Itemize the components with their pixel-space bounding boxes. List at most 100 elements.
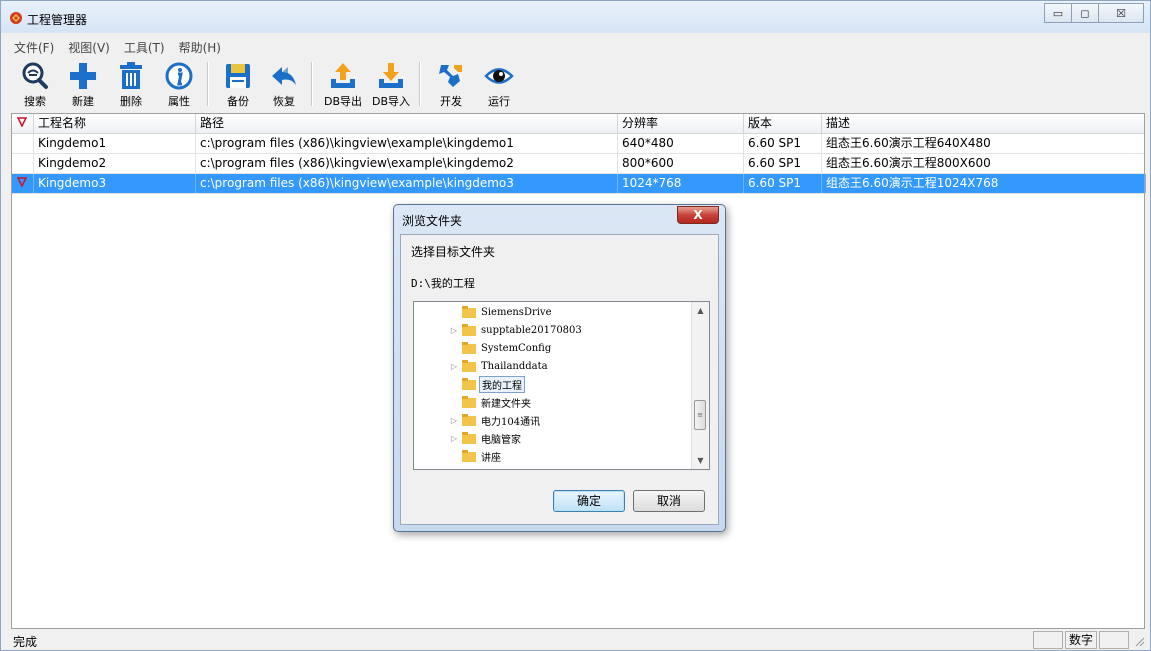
toolbar-separator (207, 62, 209, 106)
tree-item-label: SiemensDrive (481, 306, 552, 318)
project-path-cell: c:\program files (x86)\kingview\example\… (196, 134, 618, 153)
project-resolution-cell: 640*480 (618, 134, 744, 153)
status-panel-empty (1033, 631, 1063, 649)
tree-scrollbar[interactable]: ▲ ≡ ▼ (691, 302, 709, 469)
restore-label: 恢复 (273, 95, 295, 108)
project-name-cell: Kingdemo1 (34, 134, 196, 153)
minimize-button[interactable]: ▭ (1044, 3, 1072, 23)
table-row[interactable]: Kingdemo1 c:\program files (x86)\kingvie… (12, 134, 1144, 154)
tree-item-lecture[interactable]: 讲座 (462, 447, 503, 465)
column-header-resolution[interactable]: 分辨率 (618, 114, 744, 133)
tree-item-label: SystemConfig (481, 342, 552, 354)
delete-button[interactable]: 删除 (107, 59, 155, 109)
dialog-body: 选择目标文件夹 D:\我的工程 SiemensDrive ▷ supptable… (400, 234, 719, 525)
project-description-cell: 组态王6.60演示工程1024X768 (822, 174, 1146, 193)
dialog-title: 浏览文件夹 (402, 214, 463, 228)
plus-icon (70, 63, 96, 89)
new-label: 新建 (72, 95, 94, 108)
project-name-cell: Kingdemo2 (34, 154, 196, 173)
scroll-up-icon[interactable]: ▲ (692, 302, 709, 319)
title-bar[interactable]: 工程管理器 ▭ ◻ ☒ (1, 1, 1150, 33)
folder-icon (462, 324, 476, 336)
menu-help[interactable]: 帮助(H) (172, 39, 228, 56)
run-button[interactable]: 运行 (475, 59, 523, 109)
tree-item-pc-manager[interactable]: ▷ 电脑管家 (451, 429, 523, 447)
flag-icon (16, 117, 28, 128)
close-button[interactable]: ☒ (1098, 3, 1144, 23)
db-export-label: DB导出 (323, 95, 363, 108)
tree-item-label: supptable20170803 (481, 324, 582, 336)
project-description-cell: 组态王6.60演示工程800X600 (826, 156, 991, 170)
delete-label: 删除 (120, 95, 142, 108)
expand-arrow-icon[interactable]: ▷ (449, 326, 459, 335)
folder-icon (462, 432, 476, 444)
restore-button[interactable]: 恢复 (261, 59, 307, 109)
column-header-name[interactable]: 工程名称 (34, 114, 196, 133)
folder-tree[interactable]: SiemensDrive ▷ supptable20170803 SystemC… (413, 301, 710, 470)
expand-arrow-icon[interactable]: ▷ (449, 434, 459, 443)
search-icon (22, 62, 48, 89)
tree-item-my-project-selected[interactable]: 我的工程 (462, 375, 525, 393)
scroll-down-icon[interactable]: ▼ (692, 452, 709, 469)
new-button[interactable]: 新建 (59, 59, 107, 109)
run-label: 运行 (488, 95, 510, 108)
browse-folder-dialog: 浏览文件夹 X 选择目标文件夹 D:\我的工程 SiemensDrive ▷ s… (393, 204, 726, 532)
window-title: 工程管理器 (27, 13, 88, 27)
tree-item-label: 我的工程 (479, 375, 525, 393)
project-name-cell: Kingdemo3 (34, 174, 196, 193)
info-icon (165, 62, 193, 90)
tree-item-supptable20170803[interactable]: ▷ supptable20170803 (451, 321, 584, 339)
properties-button[interactable]: 属性 (155, 59, 203, 109)
tree-item-systemconfig[interactable]: SystemConfig (462, 339, 553, 357)
folder-icon (462, 306, 476, 318)
column-header-version[interactable]: 版本 (744, 114, 822, 133)
develop-label: 开发 (440, 95, 462, 108)
folder-icon (462, 378, 476, 390)
flag-column-header[interactable] (12, 114, 34, 133)
tree-item-new-folder[interactable]: 新建文件夹 (462, 393, 533, 411)
scroll-thumb[interactable]: ≡ (694, 400, 706, 430)
develop-button[interactable]: 开发 (427, 59, 475, 109)
resize-grip-icon[interactable] (1133, 635, 1145, 647)
folder-icon (462, 342, 476, 354)
column-header-description[interactable]: 描述 (822, 114, 1146, 133)
expand-arrow-icon[interactable]: ▷ (449, 416, 459, 425)
menu-file[interactable]: 文件(F) (7, 39, 61, 56)
backup-button[interactable]: 备份 (215, 59, 261, 109)
folder-icon (462, 414, 476, 426)
ok-button[interactable]: 确定 (553, 490, 625, 512)
menu-view[interactable]: 视图(V) (61, 39, 117, 56)
db-import-button[interactable]: DB导入 (367, 59, 415, 109)
maximize-button[interactable]: ◻ (1071, 3, 1099, 23)
search-button[interactable]: 搜索 (11, 59, 59, 109)
folder-icon (462, 450, 476, 462)
status-bar: 完成 数字 (1, 631, 1150, 650)
tree-item-thailanddata[interactable]: ▷ Thailanddata (451, 357, 550, 375)
cancel-button[interactable]: 取消 (633, 490, 705, 512)
flag-icon (16, 177, 28, 188)
folder-icon (462, 360, 476, 372)
table-row-selected[interactable]: Kingdemo3 c:\program files (x86)\kingvie… (12, 174, 1146, 194)
trash-icon (120, 62, 142, 89)
tree-item-siemensdrive[interactable]: SiemensDrive (462, 303, 554, 321)
tree-item-label: 新建文件夹 (481, 398, 531, 410)
project-version-cell: 6.60 SP1 (744, 134, 822, 153)
tree-item-power104[interactable]: ▷ 电力104通讯 (451, 411, 542, 429)
search-label: 搜索 (24, 95, 46, 108)
expand-arrow-icon[interactable]: ▷ (449, 362, 459, 371)
row-flag-cell (12, 134, 34, 153)
tree-item-label: 电脑管家 (481, 434, 521, 446)
status-panel-empty (1099, 631, 1129, 649)
column-header-path[interactable]: 路径 (196, 114, 618, 133)
tree-item-label: Thailanddata (481, 360, 548, 372)
project-description-cell: 组态王6.60演示工程640X480 (826, 136, 991, 150)
floppy-disk-icon (226, 64, 250, 88)
db-import-label: DB导入 (371, 95, 411, 108)
table-row[interactable]: Kingdemo2 c:\program files (x86)\kingvie… (12, 154, 1144, 174)
db-export-button[interactable]: DB导出 (319, 59, 367, 109)
double-arrow-left-icon (272, 67, 296, 85)
menu-tools[interactable]: 工具(T) (117, 39, 172, 56)
dialog-close-button[interactable]: X (677, 206, 719, 224)
download-icon (379, 63, 403, 88)
eye-icon (484, 68, 514, 84)
